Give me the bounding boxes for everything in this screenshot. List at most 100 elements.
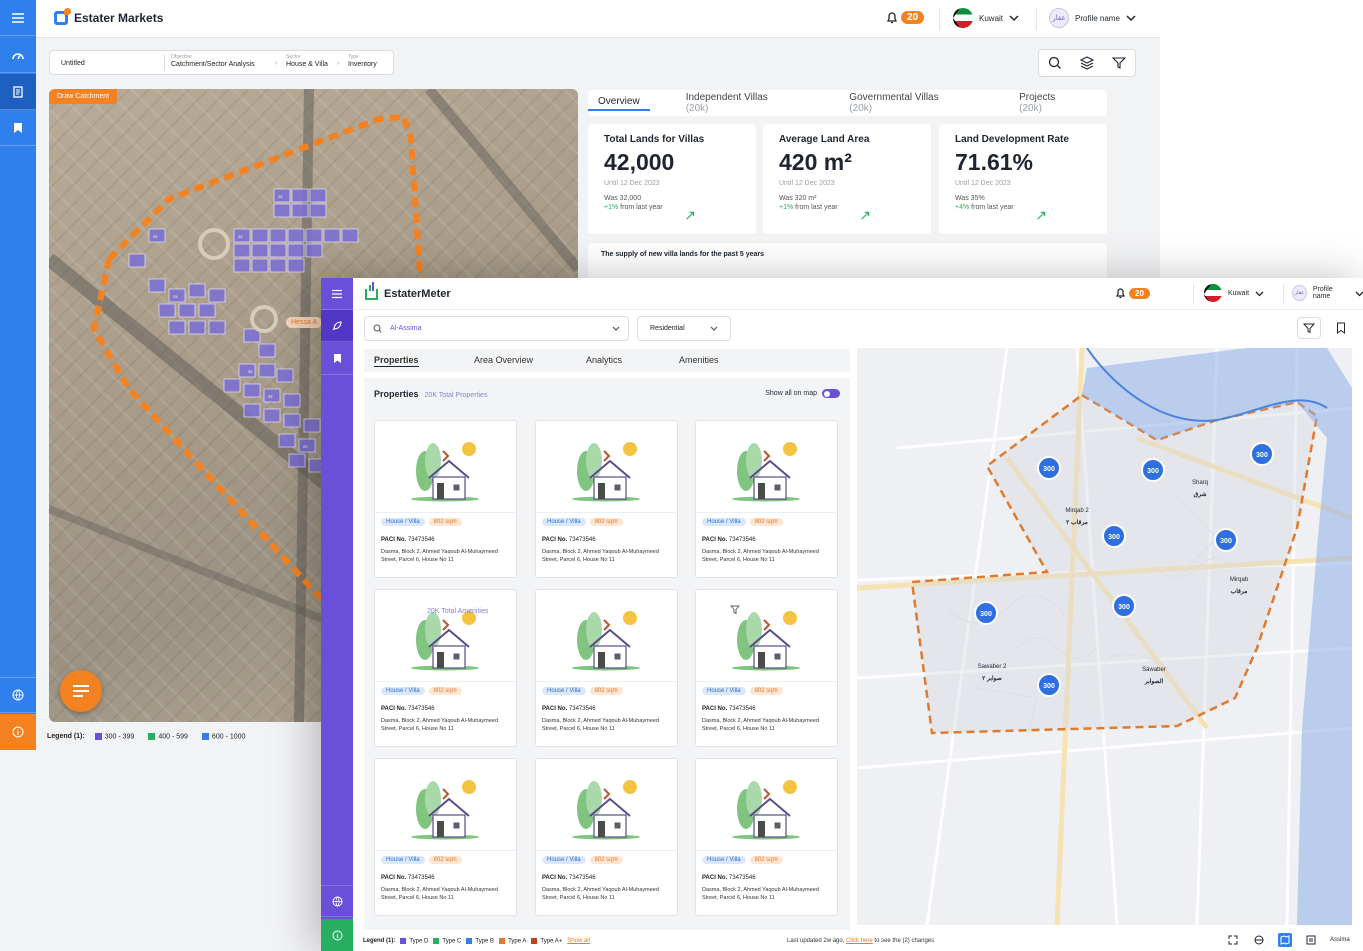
sidebar-item-bookmarks[interactable]	[0, 110, 36, 146]
property-tags: House / Villa 802 sqm	[702, 687, 783, 695]
property-tags: House / Villa 802 sqm	[542, 856, 623, 864]
property-cluster-marker[interactable]: 300	[1214, 528, 1238, 552]
search-icon	[373, 324, 382, 333]
country-select[interactable]: Kuwait	[1204, 284, 1264, 302]
fullscreen-button[interactable]	[1226, 933, 1240, 947]
kpi-was: Was 320 m²	[779, 195, 817, 202]
info-button[interactable]	[321, 919, 353, 951]
menu-button[interactable]	[0, 0, 36, 36]
speedometer-icon	[12, 52, 24, 59]
sidebar-item-dashboard[interactable]	[0, 37, 36, 73]
cluster-count: 300	[1220, 538, 1232, 545]
filter-button[interactable]	[1297, 317, 1321, 339]
property-card[interactable]: House / Villa 802 sqm PACI No. 73473546 Das…	[535, 758, 678, 916]
analysis-name[interactable]: Untitled	[61, 59, 85, 68]
property-cluster-marker[interactable]: 300	[1141, 458, 1165, 482]
area-search-input[interactable]: Al-Assima	[364, 316, 629, 341]
property-card[interactable]: House / Villa 802 sqm PACI No. 73473546 Das…	[695, 758, 838, 916]
basemap-button[interactable]	[1252, 933, 1266, 947]
legend-title: Legend (1):	[363, 938, 396, 945]
divider	[1283, 284, 1284, 304]
sidebar-item-reports[interactable]	[0, 74, 36, 110]
country-select[interactable]: Kuwait	[953, 8, 1019, 28]
bookmark-button[interactable]	[1329, 317, 1353, 339]
property-cluster-marker[interactable]: 300	[1112, 594, 1136, 618]
cluster-count: 300	[1118, 604, 1130, 611]
house-illustration	[732, 442, 800, 502]
info-button[interactable]	[0, 714, 36, 750]
tab-governmental-villas[interactable]: Governmental Villas (20k)	[829, 92, 983, 114]
legend-item: Type A+	[531, 938, 562, 945]
breadcrumb-objective[interactable]: Objective Catchment/Sector Analysis	[171, 54, 255, 69]
filters-fab[interactable]	[60, 670, 102, 712]
property-card[interactable]: House / Villa 802 sqm PACI No. 73473546 Das…	[374, 420, 517, 578]
profile-menu[interactable]: عقار Profile name	[1049, 8, 1136, 28]
property-area-badge: 802 sqm	[589, 518, 623, 526]
sidebar-item-explore[interactable]	[321, 310, 353, 342]
profile-menu[interactable]: عقار Profile name	[1292, 285, 1363, 301]
tab-analytics[interactable]: Analytics	[586, 355, 622, 365]
markets-logo[interactable]: Estater Markets	[54, 8, 163, 25]
property-type-badge: House / Villa	[702, 518, 746, 526]
show-all-link[interactable]: Show all	[567, 938, 590, 944]
property-card[interactable]: House / Villa 802 sqm PACI No. 73473546 Das…	[695, 420, 838, 578]
property-card[interactable]: House / Villa 802 sqm PACI No. 73473546 Das…	[695, 589, 838, 747]
language-button[interactable]	[0, 677, 36, 713]
property-type-badge: House / Villa	[702, 687, 746, 695]
info-icon	[332, 930, 342, 940]
search-icon[interactable]	[1048, 56, 1062, 70]
map-legend: Legend (1): 300 - 399 400 - 599 600 - 10…	[47, 733, 245, 740]
house-illustration	[411, 611, 479, 671]
trend-up-icon: ↗	[684, 207, 696, 223]
menu-button[interactable]	[321, 278, 353, 310]
tab-independent-villas[interactable]: Independent Villas (20k)	[666, 92, 814, 114]
place-name-ar: مرقاب ٢	[1066, 519, 1088, 526]
breadcrumb-type[interactable]: Type Inventory	[348, 54, 377, 69]
kpi-change: +4% from last year	[955, 204, 1014, 211]
notifications-button[interactable]: 20	[886, 11, 925, 24]
place-name-ar: الصوابر	[1144, 678, 1164, 685]
property-cluster-marker[interactable]: 300	[1037, 673, 1061, 697]
filter-icon	[1303, 323, 1315, 334]
sidebar-item-bookmarks[interactable]	[321, 343, 353, 375]
draw-catchment-button[interactable]: Draw Catchment	[49, 89, 118, 104]
layers-icon[interactable]	[1080, 56, 1094, 70]
property-address: Dasma, Block 2, Ahmed Yaqoub Al-Muhaymee…	[702, 718, 819, 732]
show-all-on-map-toggle[interactable]: Show all on map	[765, 389, 840, 398]
property-card[interactable]: House / Villa 802 sqm PACI No. 73473546 Das…	[374, 758, 517, 916]
tab-overview[interactable]: Overview	[588, 96, 650, 111]
kpi-change: +1% from last year	[604, 204, 663, 211]
property-card[interactable]: House / Villa 802 sqm PACI No. 73473546 Das…	[535, 589, 678, 747]
tab-area-overview[interactable]: Area Overview	[474, 355, 533, 365]
tab-properties[interactable]: Properties	[374, 355, 419, 367]
area-map[interactable]: 300 300 300 300 300 300 300 300 Sharq شرق Mirqab …	[857, 348, 1352, 925]
markets-header: Estater Markets 20 Kuwait عقار Profile n…	[36, 0, 1160, 38]
tab-amenities[interactable]: Amenities	[679, 355, 719, 365]
place-name-en: Mirqab	[1230, 577, 1249, 583]
breadcrumb-sector[interactable]: Sector House & Villa	[286, 54, 328, 69]
property-cluster-marker[interactable]: 300	[1102, 524, 1126, 548]
toggle-switch[interactable]	[822, 389, 840, 398]
notification-count: 20	[901, 11, 925, 24]
map-view-button[interactable]	[1278, 933, 1292, 947]
paci-number: PACI No. 73473546	[702, 875, 756, 881]
filter-icon[interactable]	[1112, 56, 1126, 70]
property-cluster-marker[interactable]: 300	[1037, 456, 1061, 480]
language-button[interactable]	[321, 885, 353, 917]
tab-projects[interactable]: Projects (20k)	[999, 92, 1107, 114]
property-cluster-marker[interactable]: 300	[974, 601, 998, 625]
kuwait-flag-icon	[1204, 284, 1222, 302]
notification-count: 20	[1129, 287, 1150, 299]
list-view-button[interactable]	[1304, 933, 1318, 947]
cluster-count: 300	[1043, 683, 1055, 690]
property-card[interactable]: House / Villa 802 sqm PACI No. 73473546 Das…	[535, 420, 678, 578]
meter-logo[interactable]: EstaterMeter	[365, 281, 451, 300]
property-type-select[interactable]: Residential	[637, 316, 731, 341]
changes-link[interactable]: Click here	[846, 938, 873, 944]
property-cluster-marker[interactable]: 300	[1250, 442, 1274, 466]
property-image	[375, 759, 516, 851]
notifications-button[interactable]: 20	[1115, 287, 1150, 299]
properties-header: Properties 20K Total Properties	[374, 389, 487, 399]
bookmark-icon	[14, 122, 22, 133]
country-label: Kuwait	[979, 13, 1004, 23]
